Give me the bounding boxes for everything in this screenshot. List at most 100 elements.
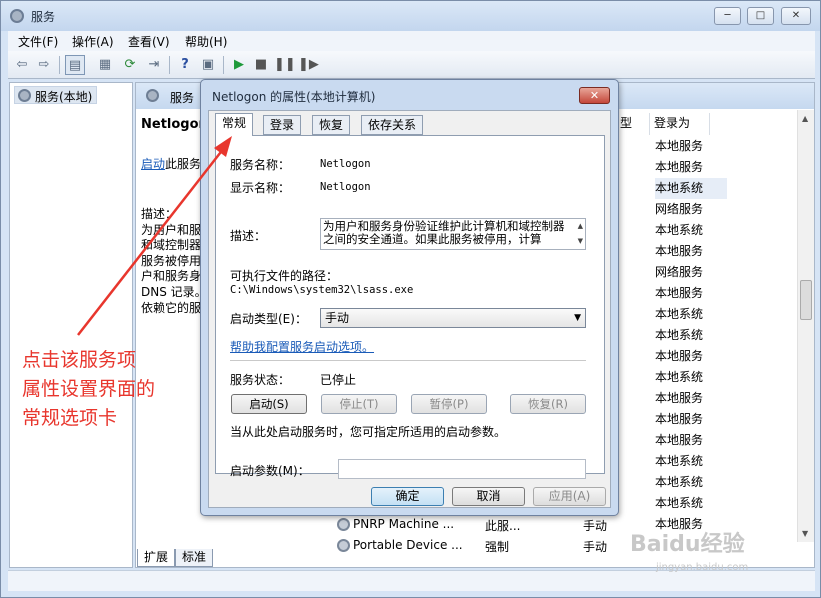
column-header-log-on-as[interactable]: 登录为 (650, 113, 710, 135)
dialog-title: Netlogon 的属性(本地计算机) (212, 90, 376, 104)
scrollbar-thumb[interactable] (800, 280, 812, 320)
startup-type-label: 启动类型(E)： (230, 312, 307, 326)
services-gear-icon (146, 89, 159, 102)
portable-service-type: 手动 (583, 540, 608, 554)
back-icon[interactable]: ⇦ (12, 55, 32, 75)
log-on-as-cell[interactable]: 本地服务 (655, 157, 703, 178)
annotation-line: 点击该服务项 (22, 349, 137, 371)
log-on-as-cell[interactable]: 网络服务 (655, 199, 703, 220)
log-on-as-cell[interactable]: 本地系统 (655, 220, 703, 241)
log-on-as-cell[interactable]: 本地系统 (655, 304, 703, 325)
start-button[interactable]: 启动(S) (231, 394, 307, 414)
tab-recovery[interactable]: 恢复 (312, 115, 351, 135)
general-tab-panel: 服务名称： Netlogon 显示名称： Netlogon 描述： 为用户和服务… (215, 135, 605, 479)
console-tree-pane: 服务(本地) (9, 82, 133, 568)
pnrp-service-name[interactable]: PNRP Machine ... (353, 517, 454, 531)
description-line: 户和服务身 (141, 269, 201, 284)
log-on-as-cell[interactable]: 本地服务 (655, 283, 703, 304)
log-on-as-cell[interactable]: 本地系统 (655, 451, 703, 472)
description-line: DNS 记录。 (141, 284, 201, 299)
log-on-as-cell[interactable]: 本地系统 (655, 493, 703, 514)
log-on-as-cell[interactable]: 本地服务 (655, 136, 703, 157)
description-line: 为用户和服 (141, 222, 201, 237)
annotation-line: 常规选项卡 (22, 407, 118, 429)
help-configure-startup-link[interactable]: 帮助我配置服务启动选项。 (230, 338, 374, 355)
menu-help[interactable]: 帮助(H) (185, 33, 227, 50)
startup-type-select[interactable]: 手动 ▼ (320, 308, 586, 328)
log-on-as-cell[interactable]: 本地系统 (655, 178, 727, 199)
apply-button[interactable]: 应用(A) (533, 487, 606, 506)
log-on-as-cell[interactable]: 本地系统 (655, 325, 703, 346)
start-params-input[interactable] (338, 459, 586, 479)
play-icon[interactable]: ▶ (229, 55, 249, 75)
properties-icon[interactable]: ▦ (95, 55, 115, 75)
cancel-button[interactable]: 取消 (452, 487, 525, 506)
column-header-startup-type[interactable]: 型 (616, 113, 650, 135)
stop-icon[interactable]: ■ (251, 55, 271, 75)
log-on-as-cell[interactable]: 本地服务 (655, 241, 703, 262)
export-icon[interactable]: ⇥ (144, 55, 164, 75)
log-on-as-cell[interactable]: 本地系统 (655, 472, 703, 493)
tree-item-services-local[interactable]: 服务(本地) (14, 86, 98, 104)
portable-service-desc: 强制 (485, 540, 510, 554)
start-service-line: 启动此服务 (141, 155, 201, 172)
chevron-down-icon: ▼ (574, 313, 581, 323)
tab-dependencies[interactable]: 依存关系 (361, 115, 424, 135)
annotation-line: 属性设置界面的 (22, 378, 156, 400)
log-on-as-cell[interactable]: 本地服务 (655, 346, 703, 367)
ok-button[interactable]: 确定 (371, 487, 444, 506)
description-label: 描述： (230, 229, 267, 243)
minimize-button[interactable]: ─ (714, 7, 741, 25)
service-name-value: Netlogon (320, 158, 371, 170)
scroll-up-icon[interactable]: ▲ (802, 114, 808, 123)
scroll-down-icon[interactable]: ▼ (578, 235, 583, 248)
dialog-close-button[interactable]: ✕ (579, 87, 610, 104)
resume-button[interactable]: 恢复(R) (510, 394, 586, 414)
service-status-value: 已停止 (320, 373, 357, 387)
toolbar-separator (169, 56, 170, 74)
log-on-as-cell[interactable]: 本地系统 (655, 367, 703, 388)
vertical-scrollbar[interactable]: ▲ ▼ (797, 110, 814, 542)
description-textbox[interactable]: 为用户和服务身份验证维护此计算机和域控制器之间的安全通道。如果此服务被停用，计算… (320, 218, 586, 250)
tab-extended[interactable]: 扩展 (137, 549, 176, 567)
stop-button[interactable]: 停止(T) (321, 394, 397, 414)
portable-service-name[interactable]: Portable Device ... (353, 538, 463, 552)
maximize-button[interactable]: □ (747, 7, 774, 25)
pnrp-service-desc: 此服... (485, 519, 521, 533)
tab-general[interactable]: 常规 (215, 113, 254, 136)
console-tree-icon[interactable]: ▤ (65, 55, 85, 75)
refresh-icon[interactable]: ⟳ (120, 55, 140, 75)
menu-file[interactable]: 文件(F) (18, 33, 58, 50)
tab-standard[interactable]: 标准 (175, 549, 214, 567)
description-line: 依赖它的服 (141, 300, 201, 315)
tab-log-on[interactable]: 登录 (263, 115, 302, 135)
forward-icon[interactable]: ⇨ (34, 55, 54, 75)
restart-icon[interactable]: ❚▶ (298, 55, 319, 75)
pause-button[interactable]: 暂停(P) (411, 394, 487, 414)
toolbar: ⇦ ⇨ ▤ ▦ ⟳ ⇥ ? ▣ ▶ ■ ❚❚ ❚▶ (8, 51, 815, 79)
menu-view[interactable]: 查看(V) (128, 33, 170, 50)
menu-action[interactable]: 操作(A) (72, 33, 114, 50)
help-icon[interactable]: ? (175, 55, 195, 75)
log-on-as-cell[interactable]: 本地服务 (655, 409, 703, 430)
watermark-url: jingyan.baidu.com (656, 562, 749, 573)
startup-type-value: 手动 (325, 311, 350, 325)
view-icon[interactable]: ▣ (198, 55, 218, 75)
log-on-as-cell[interactable]: 本地服务 (655, 388, 703, 409)
scroll-up-icon[interactable]: ▲ (578, 220, 583, 233)
annotation-text: 点击该服务项 属性设置界面的 常规选项卡 (22, 346, 155, 433)
display-name-label: 显示名称： (230, 181, 291, 195)
watermark-logo: Baidu经验 (630, 532, 745, 557)
log-on-as-cell[interactable]: 本地服务 (655, 430, 703, 451)
description-line: 服务被停用 (141, 253, 201, 268)
log-on-as-cell[interactable]: 网络服务 (655, 262, 703, 283)
tree-item-label: 服务(本地) (35, 90, 93, 104)
start-service-link[interactable]: 启动 (141, 157, 165, 171)
divider (230, 360, 586, 361)
close-button[interactable]: ✕ (781, 7, 811, 25)
service-status-label: 服务状态： (230, 373, 291, 387)
service-name-label: 服务名称： (230, 158, 291, 172)
pnrp-service-type: 手动 (583, 519, 608, 533)
scroll-down-icon[interactable]: ▼ (802, 529, 808, 538)
pause-icon[interactable]: ❚❚ (274, 55, 296, 75)
